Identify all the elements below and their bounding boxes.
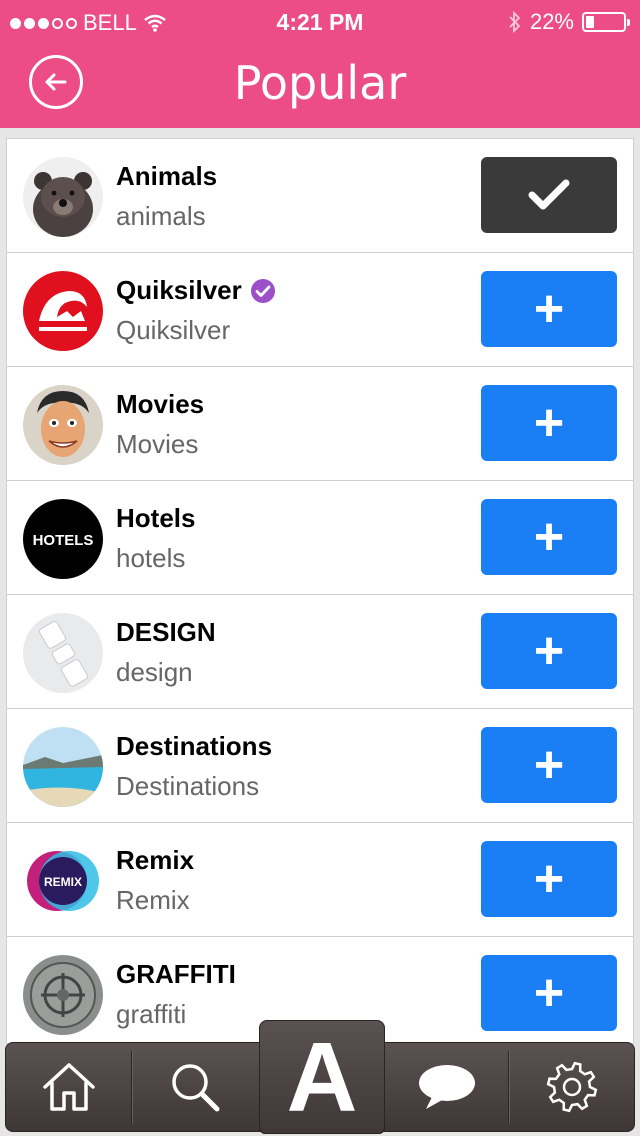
- tab-settings[interactable]: [509, 1043, 634, 1131]
- avatar-remix-badge[interactable]: REMIX: [23, 841, 103, 921]
- item-handle: Remix: [116, 885, 190, 915]
- item-name-text: Animals: [116, 161, 218, 191]
- plus-icon: +: [533, 736, 565, 794]
- item-handle: design: [116, 657, 193, 687]
- item-name-text: Movies: [116, 389, 205, 419]
- topic-list: Animals animals Quiksilver Quiksilver + Movie…: [6, 138, 634, 1044]
- item-name: Quiksilver: [116, 275, 276, 306]
- item-handle: Destinations: [116, 771, 260, 801]
- verified-badge-icon: [250, 278, 275, 303]
- follow-button[interactable]: +: [481, 727, 617, 803]
- follow-button[interactable]: +: [481, 271, 617, 347]
- logo-a-icon: A: [286, 1022, 358, 1132]
- page-title: Popular: [233, 56, 407, 110]
- tab-home-logo[interactable]: A: [259, 1020, 385, 1134]
- item-name: DESIGN: [116, 617, 216, 648]
- svg-text:HOTELS: HOTELS: [33, 532, 94, 549]
- tab-home[interactable]: [6, 1043, 131, 1131]
- battery-percent: 22%: [529, 9, 574, 34]
- home-icon: [42, 1063, 95, 1111]
- item-name: Destinations: [116, 731, 272, 762]
- item-handle: graffiti: [116, 999, 187, 1029]
- svg-text:REMIX: REMIX: [44, 875, 82, 889]
- plus-icon: +: [533, 280, 565, 338]
- checkmark-icon: [528, 179, 570, 210]
- avatar-beach-lake[interactable]: [23, 727, 103, 807]
- follow-button[interactable]: +: [481, 955, 617, 1031]
- list-item[interactable]: Animals animals: [7, 139, 633, 253]
- plus-icon: +: [533, 850, 565, 908]
- avatar-quiksilver-logo[interactable]: [23, 271, 103, 351]
- item-name-text: DESIGN: [116, 617, 216, 647]
- plus-icon: +: [533, 964, 565, 1022]
- item-name-text: Quiksilver: [116, 275, 242, 305]
- list-item[interactable]: HOTELS Hotels hotels +: [7, 481, 633, 595]
- item-name-text: Hotels: [116, 503, 196, 533]
- follow-button[interactable]: +: [481, 385, 617, 461]
- item-handle: animals: [116, 201, 206, 231]
- avatar-bear[interactable]: [23, 157, 103, 237]
- battery-fill: [586, 16, 594, 28]
- gear-icon: [546, 1061, 597, 1113]
- list-item[interactable]: Quiksilver Quiksilver +: [7, 253, 633, 367]
- item-handle: Movies: [116, 429, 199, 459]
- avatar-retro-face[interactable]: [23, 385, 103, 465]
- item-name: Remix: [116, 845, 194, 876]
- tab-messages[interactable]: [384, 1043, 509, 1131]
- item-name: Movies: [116, 389, 204, 420]
- status-right: 22%: [508, 9, 630, 35]
- plus-icon: +: [533, 508, 565, 566]
- item-name-text: Remix: [116, 845, 195, 875]
- following-button[interactable]: [481, 157, 617, 233]
- list-item[interactable]: Movies Movies +: [7, 367, 633, 481]
- header-bar: BELL 4:21 PM 22% Popular: [0, 0, 640, 128]
- item-name: Hotels: [116, 503, 195, 534]
- item-name-text: GRAFFITI: [116, 959, 236, 989]
- item-name-text: Destinations: [116, 731, 273, 761]
- item-handle: Quiksilver: [116, 315, 231, 345]
- follow-button[interactable]: +: [481, 841, 617, 917]
- search-icon: [171, 1064, 219, 1112]
- battery-icon: [582, 12, 630, 32]
- plus-icon: +: [533, 394, 565, 452]
- list-item[interactable]: DESIGN design +: [7, 595, 633, 709]
- chat-bubble-icon: [418, 1065, 475, 1109]
- bluetooth-icon: [509, 11, 521, 33]
- avatar-design-items[interactable]: [23, 613, 103, 693]
- follow-button[interactable]: +: [481, 499, 617, 575]
- item-handle: hotels: [116, 543, 186, 573]
- tab-search[interactable]: [132, 1043, 257, 1131]
- item-name: GRAFFITI: [116, 959, 236, 990]
- item-name: Animals: [116, 161, 217, 192]
- plus-icon: +: [533, 622, 565, 680]
- list-item[interactable]: Destinations Destinations +: [7, 709, 633, 823]
- list-item[interactable]: REMIX Remix Remix +: [7, 823, 633, 937]
- avatar-hotels-badge[interactable]: HOTELS: [23, 499, 103, 579]
- follow-button[interactable]: +: [481, 613, 617, 689]
- status-bar: BELL 4:21 PM 22%: [0, 0, 640, 44]
- avatar-graffiti-manhole[interactable]: [23, 955, 103, 1035]
